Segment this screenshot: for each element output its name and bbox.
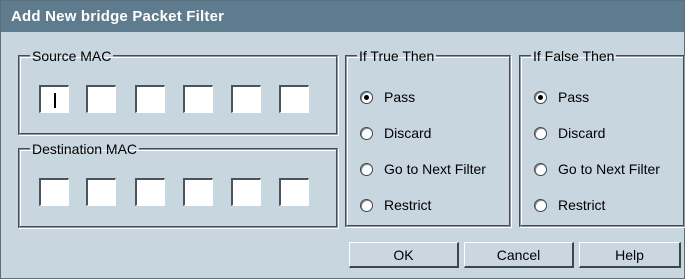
destination-mac-octet-1[interactable]: [39, 178, 69, 206]
source-mac-octet-1[interactable]: [39, 85, 69, 113]
if-true-option-pass[interactable]: Pass: [360, 89, 415, 105]
if-true-option-discard[interactable]: Discard: [360, 125, 431, 141]
radio-button[interactable]: [534, 126, 547, 140]
source-mac-octet-5[interactable]: [231, 85, 261, 113]
text-cursor: [54, 93, 56, 108]
if-false-option-next-filter[interactable]: Go to Next Filter: [534, 161, 660, 177]
destination-mac-legend: Destination MAC: [32, 141, 138, 157]
radio-button[interactable]: [534, 198, 547, 212]
radio-button[interactable]: [534, 162, 547, 176]
source-mac-octet-2[interactable]: [86, 85, 116, 113]
source-mac-legend: Source MAC: [32, 48, 112, 64]
destination-mac-octet-5[interactable]: [231, 178, 261, 206]
radio-label: Restrict: [384, 197, 432, 213]
radio-label: Discard: [384, 125, 432, 141]
radio-button[interactable]: [360, 198, 373, 212]
radio-label: Discard: [558, 125, 606, 141]
destination-mac-octet-3[interactable]: [135, 178, 165, 206]
radio-button[interactable]: [360, 126, 373, 140]
radio-button-selected[interactable]: [360, 90, 373, 104]
destination-mac-octet-4[interactable]: [183, 178, 213, 206]
if-false-option-pass[interactable]: Pass: [534, 89, 589, 105]
radio-label: Pass: [384, 89, 416, 105]
add-packet-filter-dialog: Add New bridge Packet Filter Source MAC …: [0, 0, 685, 279]
destination-mac-octet-6[interactable]: [279, 178, 309, 206]
dialog-title: Add New bridge Packet Filter: [11, 8, 225, 25]
title-bar[interactable]: Add New bridge Packet Filter: [1, 1, 684, 32]
destination-mac-octet-2[interactable]: [86, 178, 116, 206]
source-mac-octet-3[interactable]: [135, 85, 165, 113]
if-false-option-restrict[interactable]: Restrict: [534, 197, 605, 213]
source-mac-octet-6[interactable]: [279, 85, 309, 113]
if-true-option-next-filter[interactable]: Go to Next Filter: [360, 161, 486, 177]
if-true-legend: If True Then: [359, 48, 435, 64]
radio-label: Go to Next Filter: [384, 161, 486, 177]
radio-label: Pass: [558, 89, 590, 105]
if-true-option-restrict[interactable]: Restrict: [360, 197, 431, 213]
radio-button-selected[interactable]: [534, 90, 547, 104]
if-false-option-discard[interactable]: Discard: [534, 125, 605, 141]
radio-button[interactable]: [360, 162, 373, 176]
radio-label: Restrict: [558, 197, 606, 213]
if-false-legend: If False Then: [533, 48, 615, 64]
ok-button[interactable]: OK: [349, 242, 459, 268]
source-mac-octet-4[interactable]: [183, 85, 213, 113]
help-button[interactable]: Help: [579, 242, 681, 268]
radio-label: Go to Next Filter: [558, 161, 660, 177]
cancel-button[interactable]: Cancel: [464, 242, 574, 268]
